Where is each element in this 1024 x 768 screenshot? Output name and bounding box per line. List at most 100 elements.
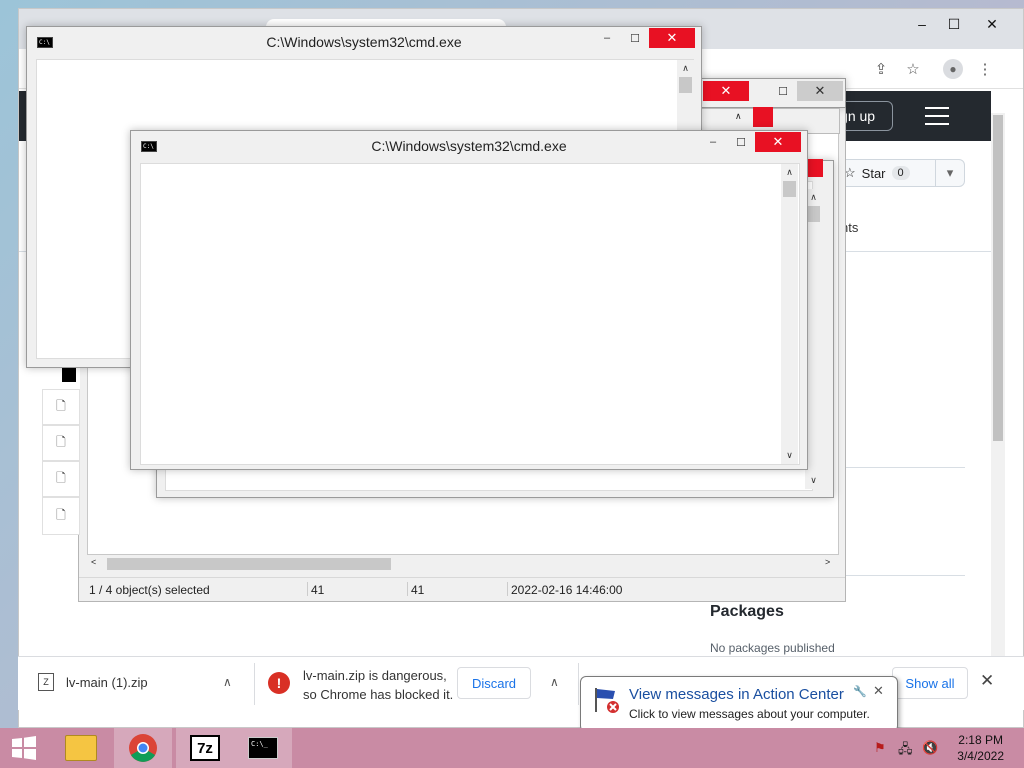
close-button[interactable]: ✕ [649, 28, 695, 48]
divider [841, 467, 965, 468]
star-button[interactable]: ☆ Star 0 ▾ [835, 159, 965, 187]
file-icon: 🗋 [56, 507, 66, 522]
close-button[interactable]: ✕ [797, 81, 843, 101]
cmd-icon: C:\_ [248, 737, 278, 759]
maximize-button[interactable]: ☐ [769, 81, 797, 101]
close-download-bar-icon[interactable]: ✕ [980, 671, 994, 691]
action-center-flag-icon [591, 685, 621, 715]
download-filename: lv-main (1).zip [66, 674, 148, 690]
file-icon: 🗋 [56, 434, 66, 449]
background-window-titlebar: ✕ ☐ ✕ [696, 78, 846, 108]
star-counter: 0 [891, 166, 910, 180]
discard-button[interactable]: Discard [457, 667, 531, 699]
file-explorer-icon [65, 735, 97, 761]
cmd-icon: C:\ [37, 36, 53, 48]
scroll-down-icon[interactable]: ∨ [781, 447, 798, 464]
close-button[interactable]: ✕ [969, 9, 1015, 39]
horizontal-scrollbar[interactable]: < > [87, 555, 839, 573]
7zip-button[interactable]: 7z [176, 728, 234, 768]
cmd-button[interactable]: C:\_ [234, 728, 292, 768]
file-explorer-button[interactable] [52, 728, 110, 768]
separator [407, 582, 408, 596]
chevron-up-icon[interactable]: ∧ [223, 675, 232, 689]
download-item[interactable]: Z lv-main (1).zip [38, 673, 148, 691]
scroll-right-icon[interactable]: > [825, 557, 830, 567]
star-dropdown-icon[interactable]: ▾ [936, 165, 964, 181]
bookmark-star-icon[interactable]: ☆ [899, 55, 927, 83]
status-packed-size: 41 [411, 583, 425, 597]
7zip-label: 7z [197, 739, 213, 757]
scrollbar-thumb[interactable] [783, 181, 796, 197]
clock-date: 3/4/2022 [957, 749, 1004, 763]
separator [307, 582, 308, 596]
show-all-button[interactable]: Show all [892, 667, 968, 699]
separator [507, 582, 508, 596]
scroll-up-icon[interactable]: ∧ [677, 60, 694, 77]
console-area[interactable] [140, 163, 800, 465]
dangerous-download-message: lv-main.zip is dangerous, so Chrome has … [303, 666, 453, 704]
scroll-up-icon[interactable]: ∧ [781, 164, 798, 181]
list-item[interactable]: 🗋 [42, 497, 80, 535]
scrollbar-thumb[interactable] [807, 206, 820, 222]
file-icon: 🗋 [56, 398, 66, 413]
network-tray-icon[interactable]: 🖧 [898, 740, 913, 762]
packages-heading: Packages [710, 603, 784, 620]
file-icon: 🗋 [56, 470, 66, 485]
separator [578, 663, 579, 705]
scrollbar-thumb[interactable] [993, 115, 1003, 441]
title-bar: C:\ C:\Windows\system32\cmd.exe ‒ ☐ ✕ [131, 131, 807, 161]
status-modified: 2022-02-16 14:46:00 [511, 583, 623, 597]
black-square-icon [62, 368, 76, 382]
clock[interactable]: 2:18 PM 3/4/2022 [957, 732, 1004, 764]
action-center-balloon[interactable]: View messages in Action Center Click to … [580, 676, 898, 745]
taskbar: 7z C:\_ ⚑ 🖧 🔇 2:18 PM 3/4/2022 [0, 728, 1024, 768]
vertical-scrollbar[interactable]: ∧ ∨ [781, 164, 798, 464]
list-item[interactable]: 🗋 [42, 461, 80, 497]
balloon-body[interactable]: Click to view messages about your comput… [629, 707, 870, 721]
title-bar: C:\ C:\Windows\system32\cmd.exe ‒ ☐ ✕ [27, 27, 701, 57]
settings-wrench-icon[interactable]: 🔧 [853, 685, 867, 698]
close-button[interactable]: ✕ [703, 81, 749, 101]
page-scrollbar[interactable] [991, 113, 1005, 659]
maximize-button[interactable]: ☐ [727, 132, 755, 152]
cmd-icon: C:\ [141, 140, 157, 152]
share-icon[interactable]: ⇪ [867, 55, 895, 83]
scrollbar-thumb[interactable] [679, 77, 692, 93]
minimize-button[interactable]: ‒ [699, 132, 727, 152]
chrome-icon [129, 734, 157, 762]
cmd-window-front: C:\ C:\Windows\system32\cmd.exe ‒ ☐ ✕ ∧ … [130, 130, 808, 470]
warning-line-1: lv-main.zip is dangerous, [303, 668, 447, 683]
volume-muted-tray-icon[interactable]: 🔇 [922, 740, 938, 756]
balloon-title[interactable]: View messages in Action Center [629, 686, 844, 703]
start-button[interactable] [0, 728, 48, 768]
status-size: 41 [311, 583, 325, 597]
menu-kebab-icon[interactable]: ⋮ [971, 55, 999, 83]
windows-logo-icon [12, 736, 36, 760]
close-balloon-icon[interactable]: ✕ [873, 683, 884, 699]
list-item[interactable]: 🗋 [42, 425, 80, 461]
hamburger-menu-icon[interactable] [925, 107, 949, 125]
scroll-down-icon[interactable]: ∨ [805, 472, 822, 489]
star-label: Star [861, 165, 886, 181]
action-center-tray-icon[interactable]: ⚑ [874, 740, 886, 756]
warning-line-2: so Chrome has blocked it. [303, 687, 454, 702]
list-item[interactable]: 🗋 [42, 389, 80, 425]
7zip-icon: 7z [190, 735, 220, 761]
close-button[interactable] [753, 107, 773, 127]
chrome-button[interactable] [114, 728, 172, 768]
clock-time: 2:18 PM [958, 733, 1003, 747]
zip-file-icon: Z [38, 673, 54, 691]
close-button[interactable]: ✕ [755, 132, 801, 152]
chevron-up-icon[interactable]: ∧ [550, 675, 559, 689]
minimize-button[interactable]: ‒ [593, 28, 621, 48]
status-bar: 1 / 4 object(s) selected 41 41 2022-02-1… [79, 577, 845, 601]
scroll-up-icon[interactable]: ∧ [735, 111, 742, 122]
status-selection: 1 / 4 object(s) selected [89, 583, 210, 597]
separator [254, 663, 255, 705]
maximize-button[interactable]: ☐ [621, 28, 649, 48]
warning-icon: ! [268, 672, 290, 694]
scrollbar-thumb[interactable] [107, 558, 391, 570]
profile-icon[interactable]: ● [939, 55, 967, 83]
packages-text: No packages published [710, 641, 835, 655]
scroll-left-icon[interactable]: < [91, 557, 96, 567]
